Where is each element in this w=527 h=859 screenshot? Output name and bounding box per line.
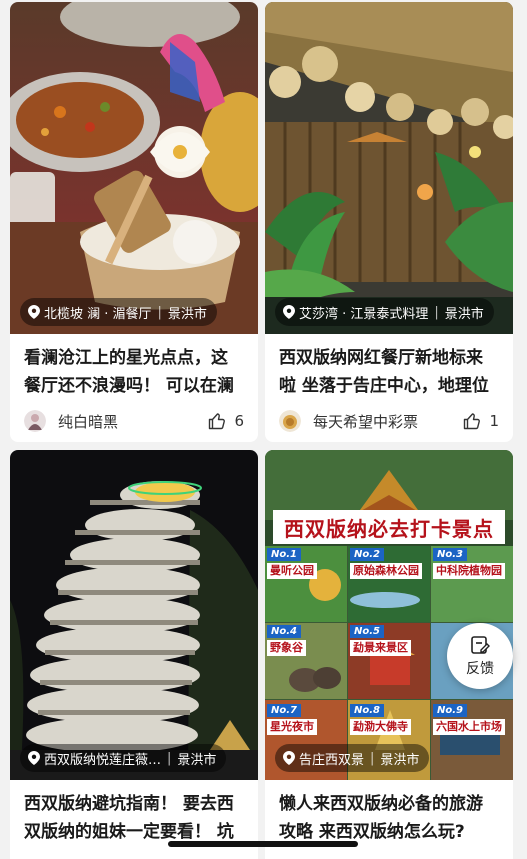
feedback-label: 反馈 — [466, 660, 494, 677]
location-tag[interactable]: 北榄坡 澜 · 湄餐厅 | 景洪市 — [20, 298, 217, 326]
poster-spot: No.5 勐景来景区 — [348, 623, 428, 699]
note-card[interactable]: 北榄坡 澜 · 湄餐厅 | 景洪市 看澜沧江上的星光点点，这餐厅还不浪漫吗！ 可… — [10, 2, 258, 442]
spot-name: 勐景来景区 — [350, 640, 411, 656]
note-card[interactable]: 艾莎湾 · 江景泰式料理 | 景洪市 西双版纳网红餐厅新地标来啦 坐落于告庄中心… — [265, 2, 513, 442]
poster-spot: No.1 曼听公园 — [265, 546, 345, 622]
location-name: 北榄坡 澜 · 湄餐厅 — [44, 306, 152, 322]
spot-name: 勐泐大佛寺 — [350, 719, 411, 735]
restaurant-interior-photo — [265, 2, 513, 334]
like-count: 6 — [234, 412, 244, 430]
note-cover-image[interactable]: 北榄坡 澜 · 湄餐厅 | 景洪市 — [10, 2, 258, 334]
note-title[interactable]: 看澜沧江上的星光点点，这餐厅还不浪漫吗！ 可以在澜 — [10, 334, 258, 400]
location-tag[interactable]: 艾莎湾 · 江景泰式料理 | 景洪市 — [275, 298, 494, 326]
spot-name: 曼听公园 — [267, 563, 317, 579]
note-meta: 纯白暗黑 6 — [10, 400, 258, 432]
spot-name: 星光夜市 — [267, 719, 317, 735]
note-cover-image[interactable]: 西双版纳必去打卡景点 No.1 曼听公园 No.2 原始森林公园 No.3 中科… — [265, 450, 513, 780]
map-pin-icon — [28, 305, 40, 319]
map-pin-icon — [283, 751, 295, 765]
location-city: 景洪市 — [177, 752, 217, 768]
restaurant-food-photo — [10, 2, 258, 334]
author-name[interactable]: 每天希望中彩票 — [313, 411, 463, 432]
location-city: 景洪市 — [167, 306, 207, 322]
author-name[interactable]: 纯白暗黑 — [58, 411, 208, 432]
note-title[interactable]: 懒人来西双版纳必备的旅游攻略 来西双版纳怎么玩? — [265, 780, 513, 846]
note-cover-image[interactable]: 西双版纳悦莲庄薇… | 景洪市 — [10, 450, 258, 780]
location-separator: | — [157, 304, 162, 320]
location-name: 艾莎湾 · 江景泰式料理 — [299, 306, 429, 322]
poster-spot: No.3 中科院植物园 — [431, 546, 511, 622]
spot-name: 野象谷 — [267, 640, 306, 656]
note-title[interactable]: 西双版纳避坑指南！ 要去西双版纳的姐妹一定要看！ 坑 — [10, 780, 258, 846]
spot-number: No.9 — [433, 704, 467, 717]
note-meta: 每天希望中彩票 1 — [265, 400, 513, 432]
spot-number: No.5 — [350, 625, 384, 638]
home-indicator[interactable] — [168, 841, 358, 847]
thumbs-up-icon — [464, 413, 481, 430]
like-button[interactable]: 6 — [208, 412, 244, 430]
spot-name: 原始森林公园 — [350, 563, 422, 579]
poster-spot: No.2 原始森林公园 — [348, 546, 428, 622]
location-separator: | — [434, 304, 439, 320]
thumbs-up-icon — [209, 413, 226, 430]
spot-name: 中科院植物园 — [433, 563, 505, 579]
spot-number: No.1 — [267, 548, 301, 561]
map-pin-icon — [28, 751, 40, 765]
note-feed: 北榄坡 澜 · 湄餐厅 | 景洪市 看澜沧江上的星光点点，这餐厅还不浪漫吗！ 可… — [0, 0, 527, 859]
spot-number: No.4 — [267, 625, 301, 638]
location-city: 景洪市 — [380, 752, 420, 768]
note-card[interactable]: 西双版纳悦莲庄薇… | 景洪市 西双版纳避坑指南！ 要去西双版纳的姐妹一定要看！… — [10, 450, 258, 859]
edit-feedback-icon — [471, 635, 490, 654]
like-button[interactable]: 1 — [463, 412, 499, 430]
spot-name: 六国水上市场 — [433, 719, 505, 735]
map-pin-icon — [283, 305, 295, 319]
location-tag[interactable]: 告庄西双景 | 景洪市 — [275, 744, 430, 772]
spot-number: No.2 — [350, 548, 384, 561]
like-count: 1 — [489, 412, 499, 430]
author-avatar[interactable] — [24, 410, 46, 432]
location-city: 景洪市 — [444, 306, 484, 322]
location-name: 西双版纳悦莲庄薇… — [44, 752, 162, 768]
location-separator: | — [370, 750, 375, 766]
note-cover-image[interactable]: 艾莎湾 · 江景泰式料理 | 景洪市 — [265, 2, 513, 334]
location-tag[interactable]: 西双版纳悦莲庄薇… | 景洪市 — [20, 744, 227, 772]
spot-number: No.3 — [433, 548, 467, 561]
poster-spot: No.9 六国水上市场 — [431, 702, 511, 778]
location-name: 告庄西双景 — [299, 752, 365, 768]
spot-number: No.7 — [267, 704, 301, 717]
feedback-button[interactable]: 反馈 — [447, 623, 513, 689]
author-avatar[interactable] — [279, 410, 301, 432]
note-title[interactable]: 西双版纳网红餐厅新地标来啦 坐落于告庄中心，地理位 — [265, 334, 513, 400]
poster-headline: 西双版纳必去打卡景点 — [273, 510, 505, 544]
spot-number: No.8 — [350, 704, 384, 717]
location-separator: | — [167, 750, 172, 766]
poster-spot: No.4 野象谷 — [265, 623, 345, 699]
hotel-tower-night-photo — [10, 450, 258, 780]
